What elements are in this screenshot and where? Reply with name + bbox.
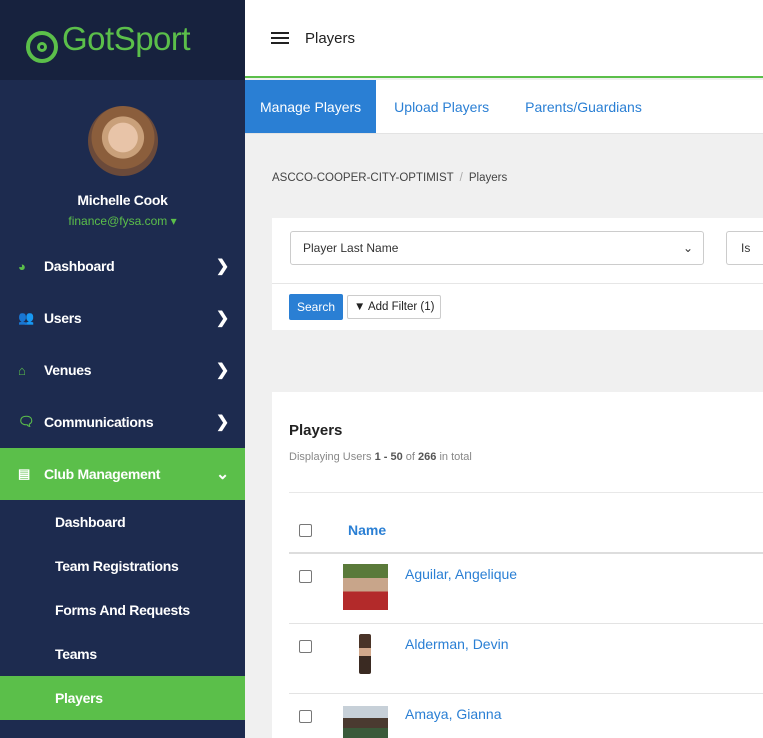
chevron-down-icon: ⌄: [215, 466, 229, 483]
table-row: Amaya, Gianna: [289, 694, 763, 738]
communications-icon: 🗨: [18, 414, 35, 429]
player-name-link[interactable]: Aguilar, Angelique: [405, 566, 517, 582]
search-button[interactable]: Search: [289, 294, 344, 320]
sidebar-item-dashboard[interactable]: ◕ Dashboard ❯: [0, 240, 245, 292]
filter-actions: Search ▼ Add Filter (1): [272, 284, 763, 330]
sidebar-item-communications[interactable]: 🗨 Communications ❯: [0, 396, 245, 448]
chevron-right-icon: ❯: [215, 414, 229, 431]
filter-panel: Player Last Name ⌄ Is Search ▼ Add Filte…: [272, 218, 763, 330]
top-bar: Players: [245, 0, 763, 78]
user-profile: Michelle Cook finance@fysa.com ▾: [0, 80, 245, 240]
logo-bar: GotSport: [0, 0, 245, 80]
dashboard-icon: ◕: [18, 258, 26, 274]
player-name-link[interactable]: Alderman, Devin: [405, 636, 509, 652]
sidebar-item-venues[interactable]: ⌂ Venues ❯: [0, 344, 245, 396]
sidebar-subitem-dashboard[interactable]: Dashboard: [0, 500, 245, 544]
breadcrumb: ASCCO-COOPER-CITY-OPTIMIST / Players: [272, 172, 507, 184]
table-row: Alderman, Devin: [289, 624, 763, 694]
breadcrumb-current: Players: [468, 172, 508, 184]
club-management-icon: ▤: [18, 466, 30, 481]
user-name: Michelle Cook: [77, 192, 168, 208]
tab-upload-players[interactable]: Upload Players: [376, 80, 507, 133]
select-all-checkbox[interactable]: [299, 524, 312, 537]
filter-icon: ▼: [354, 301, 366, 313]
sidebar-item-label: Communications: [44, 414, 154, 430]
user-email-dropdown[interactable]: finance@fysa.com ▾: [0, 214, 245, 228]
add-filter-label: Add Filter (1): [367, 301, 435, 313]
breadcrumb-separator: /: [459, 172, 463, 184]
sidebar-subitem-forms-and-requests[interactable]: Forms And Requests: [0, 588, 245, 632]
tab-parents-guardians[interactable]: Parents/Guardians: [507, 80, 660, 133]
users-icon: 👥: [18, 310, 34, 325]
player-photo[interactable]: [359, 634, 371, 674]
add-filter-button[interactable]: ▼ Add Filter (1): [347, 295, 442, 319]
chevron-right-icon: ❯: [215, 362, 229, 379]
player-name-link[interactable]: Amaya, Gianna: [405, 706, 502, 722]
sidebar: GotSport Michelle Cook finance@fysa.com …: [0, 0, 245, 738]
sidebar-item-label: Club Management: [44, 466, 161, 482]
sidebar-item-label: Venues: [44, 362, 92, 378]
sidebar-item-users[interactable]: 👥 Users ❯: [0, 292, 245, 344]
sidebar-subitem-team-registrations[interactable]: Team Registrations: [0, 544, 245, 588]
chevron-down-icon: ⌄: [682, 241, 693, 255]
hamburger-menu-icon[interactable]: [271, 32, 289, 44]
sidebar-item-club-management[interactable]: ▤ Club Management ⌄: [0, 448, 245, 500]
sidebar-subitem-teams[interactable]: Teams: [0, 632, 245, 676]
filter-row: Player Last Name ⌄ Is: [272, 218, 763, 284]
player-photo[interactable]: [343, 564, 388, 610]
gotsport-logo[interactable]: GotSport: [26, 20, 191, 63]
venues-icon: ⌂: [18, 362, 26, 378]
row-checkbox[interactable]: [299, 710, 312, 723]
filter-operator-select[interactable]: Is: [726, 231, 763, 265]
filter-field-value: Player Last Name: [303, 241, 399, 255]
players-heading: Players: [289, 422, 343, 439]
tab-manage-players[interactable]: Manage Players: [245, 80, 377, 133]
row-checkbox[interactable]: [299, 640, 312, 653]
filter-field-select[interactable]: Player Last Name ⌄: [290, 231, 704, 265]
chevron-right-icon: ❯: [215, 258, 229, 275]
sidebar-item-label: Dashboard: [44, 258, 115, 274]
row-checkbox[interactable]: [299, 570, 312, 583]
tab-bar: Manage Players Upload Players Parents/Gu…: [245, 80, 763, 134]
logo-mark-icon: [26, 30, 58, 63]
name-column-header[interactable]: Name: [348, 522, 386, 538]
chevron-right-icon: ❯: [215, 310, 229, 327]
sidebar-subitem-players[interactable]: Players: [0, 676, 245, 720]
page-title: Players: [305, 29, 356, 47]
sidebar-item-label: Users: [44, 310, 82, 326]
players-card: Players Displaying Users 1 - 50 of 266 i…: [272, 392, 763, 738]
avatar[interactable]: [87, 106, 158, 176]
filter-operator-value: Is: [741, 241, 751, 255]
breadcrumb-org[interactable]: ASCCO-COOPER-CITY-OPTIMIST: [272, 172, 454, 184]
table-header-row: Name: [289, 492, 763, 554]
players-count-summary: Displaying Users 1 - 50 of 266 in total: [289, 451, 472, 463]
table-row: Aguilar, Angelique: [289, 554, 763, 624]
player-photo[interactable]: [343, 706, 388, 738]
